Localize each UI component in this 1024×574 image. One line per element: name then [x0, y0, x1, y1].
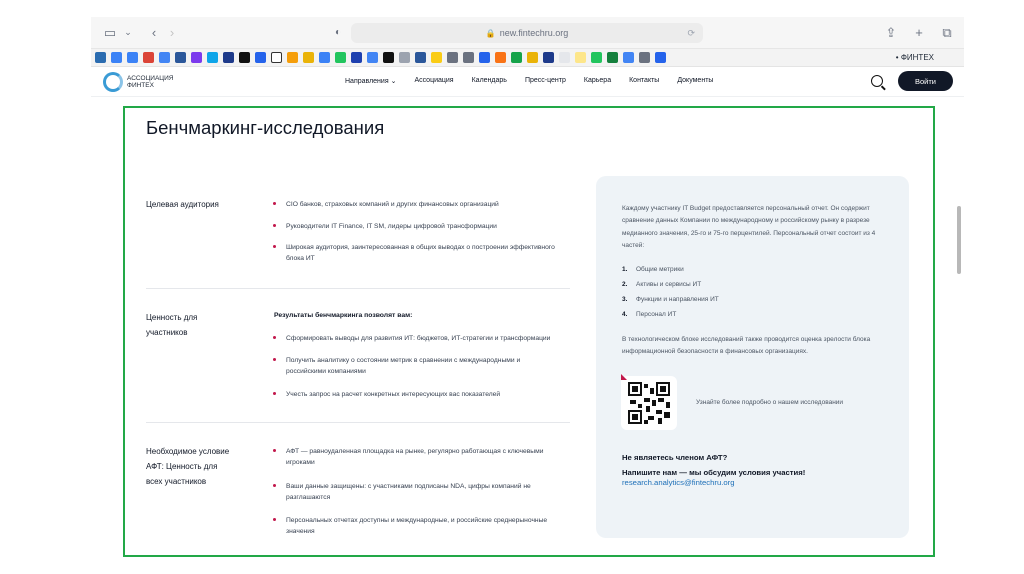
bookmark-icon[interactable] [399, 52, 410, 63]
bookmark-icon[interactable] [95, 52, 106, 63]
section-intro: Результаты бенчмаркинга позволят вам: [274, 312, 413, 319]
privacy-shield-icon[interactable]: ◐ [329, 24, 347, 42]
qr-code-icon [628, 382, 670, 424]
list-item: Сформировать выводы для развития ИТ: бюд… [272, 333, 582, 344]
bookmark-icon[interactable] [431, 52, 442, 63]
bookmark-icon[interactable] [111, 52, 122, 63]
section-label-value: Ценность для участников [146, 313, 198, 337]
bookmark-icon[interactable] [479, 52, 490, 63]
nav-item-career[interactable]: Карьера [584, 77, 611, 85]
divider [146, 288, 570, 289]
list-item: 1. Общие метрики [622, 266, 684, 273]
bookmark-icon[interactable] [623, 52, 634, 63]
bookmark-icon[interactable] [511, 52, 522, 63]
bookmark-icon[interactable] [351, 52, 362, 63]
list-item: Широкая аудитория, заинтересованная в об… [272, 242, 572, 264]
bookmark-icon[interactable] [415, 52, 426, 63]
share-icon[interactable]: ⇪ [882, 24, 900, 42]
list-item: Получить аналитику о состоянии метрик в … [272, 355, 552, 377]
bookmark-icon[interactable] [287, 52, 298, 63]
cta-line: Не являетесь членом АФТ? [622, 453, 728, 462]
qr-caption[interactable]: Узнайте более подробно о нашем исследова… [696, 399, 843, 406]
list-item: Учесть запрос на расчет конкретных интер… [272, 389, 582, 400]
page-title: Бенчмаркинг-исследования [146, 117, 385, 138]
list-item: Персональных отчетах доступны и междунар… [272, 515, 577, 537]
bookmark-icon[interactable] [383, 52, 394, 63]
nav-item-calendar[interactable]: Календарь [472, 77, 507, 85]
nav-item-association[interactable]: Ассоциация [414, 77, 453, 85]
section-label-condition: Необходимое условие АФТ: Ценность для вс… [146, 447, 230, 486]
bookmark-icon[interactable] [335, 52, 346, 63]
bookmark-icon[interactable] [207, 52, 218, 63]
new-tab-icon[interactable]: + [910, 24, 928, 42]
bookmark-icon[interactable] [159, 52, 170, 63]
back-icon[interactable]: ‹ [145, 24, 163, 42]
list-item: 2. Активы и сервисы ИТ [622, 281, 702, 288]
nav-item-documents[interactable]: Документы [677, 77, 713, 85]
logo-icon [103, 72, 123, 92]
search-icon[interactable] [871, 75, 883, 87]
url-text: new.fintechru.org [499, 28, 569, 38]
nav-item-contacts[interactable]: Контакты [629, 77, 659, 85]
list-item: АФТ — равноудаленная площадка на рынке, … [272, 446, 572, 468]
bookmark-icon[interactable] [543, 52, 554, 63]
address-bar[interactable]: 🔒 new.fintechru.org ⟳ [351, 23, 703, 43]
lock-icon: 🔒 [485, 28, 496, 38]
bookmark-icon[interactable] [255, 52, 266, 63]
panel-security-note: В технологическом блоке исследований так… [622, 336, 871, 356]
logo[interactable]: АССОЦИАЦИЯ ФИНТЕХ [103, 72, 174, 92]
site-header: АССОЦИАЦИЯ ФИНТЕХ Направления ⌄ Ассоциац… [91, 67, 964, 97]
qr-code[interactable] [621, 376, 677, 430]
bookmark-fintech[interactable]: • ФИНТЕХ [896, 53, 934, 62]
list-item: 4. Персонал ИТ [622, 311, 677, 318]
bookmark-icon[interactable] [495, 52, 506, 63]
login-button[interactable]: Войти [898, 71, 953, 91]
section-label-audience: Целевая аудитория [146, 200, 219, 209]
bookmark-icon[interactable] [319, 52, 330, 63]
logo-text: АССОЦИАЦИЯ ФИНТЕХ [127, 75, 174, 89]
list-item: Руководители IT Finance, IT SM, лидеры ц… [272, 221, 582, 232]
sidebar-toggle-icon[interactable]: ▭ [101, 24, 119, 42]
bookmark-icon[interactable] [527, 52, 538, 63]
bookmark-icon[interactable] [655, 52, 666, 63]
chevron-down-icon[interactable]: ⌄ [119, 24, 137, 42]
nav-item-press[interactable]: Пресс-центр [525, 77, 566, 85]
bookmark-icon[interactable] [191, 52, 202, 63]
bookmark-icon[interactable] [559, 52, 570, 63]
divider [146, 422, 570, 423]
reload-icon[interactable]: ⟳ [687, 28, 695, 39]
main-menu: Направления ⌄ Ассоциация Календарь Пресс… [345, 77, 731, 85]
bookmarks-bar: • ФИНТЕХ [91, 49, 964, 67]
bookmark-icon[interactable] [575, 52, 586, 63]
report-parts-list: 1. Общие метрики 2. Активы и сервисы ИТ 3.… [622, 266, 719, 326]
list-item: 3. Функции и направления ИТ [622, 296, 719, 303]
bookmark-icon[interactable] [367, 52, 378, 63]
qr-accent [621, 374, 627, 380]
browser-toolbar: ▭ ⌄ ‹ › ◐ 🔒 new.fintechru.org ⟳ ⇪ + ⧉ [91, 17, 964, 49]
bookmark-icon[interactable] [639, 52, 650, 63]
bookmark-icon[interactable] [271, 52, 282, 63]
cta-text: Не являетесь членом АФТ? Напишите нам — … [622, 450, 805, 480]
scrollbar[interactable] [957, 206, 961, 274]
bookmark-icon[interactable] [175, 52, 186, 63]
forward-icon[interactable]: › [163, 24, 181, 42]
email-link[interactable]: research.analytics@fintechru.org [622, 478, 735, 487]
bookmark-icon[interactable] [447, 52, 458, 63]
bookmark-icon[interactable] [463, 52, 474, 63]
panel-description: Каждому участнику IT Budget предоставляе… [622, 205, 876, 249]
tabs-overview-icon[interactable]: ⧉ [938, 24, 956, 42]
list-item: CIO банков, страховых компаний и других … [272, 199, 582, 210]
bookmark-icon[interactable] [303, 52, 314, 63]
bookmark-icon[interactable] [127, 52, 138, 63]
bookmark-icon[interactable] [591, 52, 602, 63]
bookmark-icon[interactable] [607, 52, 618, 63]
bookmark-icon[interactable] [143, 52, 154, 63]
nav-item-directions[interactable]: Направления ⌄ [345, 77, 396, 85]
bookmark-icon[interactable] [239, 52, 250, 63]
bookmark-icon[interactable] [223, 52, 234, 63]
list-item: Ваши данные защищены: с участниками подп… [272, 481, 547, 503]
